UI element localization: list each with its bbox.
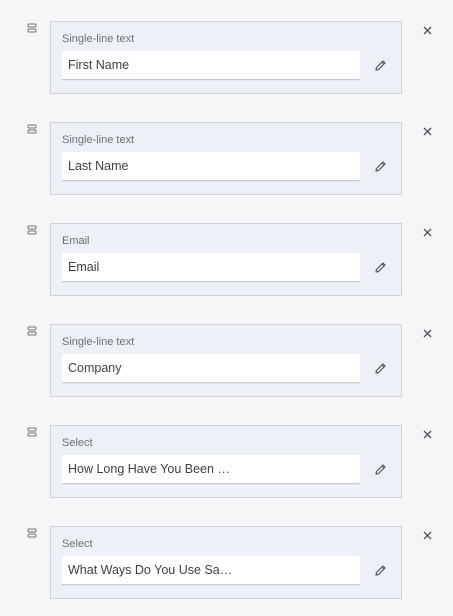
pencil-icon[interactable]	[374, 564, 387, 577]
field-row-email: Email Email	[0, 223, 453, 297]
field-name-input[interactable]: How Long Have You Been …	[62, 455, 360, 484]
drag-handle-icon[interactable]	[27, 528, 38, 538]
drag-handle-icon[interactable]	[27, 326, 38, 336]
field-name-input[interactable]: Email	[62, 253, 360, 282]
field-row-first-name: Single-line text First Name	[0, 21, 453, 95]
close-icon[interactable]	[422, 227, 433, 238]
close-icon[interactable]	[422, 126, 433, 137]
field-type-label: Select	[62, 437, 93, 449]
field-card[interactable]: Email Email	[50, 223, 402, 296]
drag-handle-icon[interactable]	[27, 225, 38, 235]
field-type-label: Email	[62, 235, 90, 247]
field-type-label: Select	[62, 538, 93, 550]
field-card[interactable]: Single-line text First Name	[50, 21, 402, 94]
close-icon[interactable]	[422, 328, 433, 339]
field-name-text: First Name	[68, 58, 130, 72]
field-card[interactable]: Select How Long Have You Been …	[50, 425, 402, 498]
field-name-text: How Long Have You Been …	[68, 462, 230, 476]
field-type-label: Single-line text	[62, 134, 135, 146]
pencil-icon[interactable]	[374, 160, 387, 173]
field-name-text: Last Name	[68, 159, 129, 173]
field-name-text: What Ways Do You Use Sa…	[68, 563, 233, 577]
pencil-icon[interactable]	[374, 463, 387, 476]
drag-handle-icon[interactable]	[27, 124, 38, 134]
close-icon[interactable]	[422, 429, 433, 440]
field-type-label: Single-line text	[62, 33, 135, 45]
drag-handle-icon[interactable]	[27, 23, 38, 33]
form-field-list: Single-line text First Name Single-line …	[0, 0, 453, 616]
field-name-input[interactable]: First Name	[62, 51, 360, 80]
field-name-input[interactable]: What Ways Do You Use Sa…	[62, 556, 360, 585]
field-type-label: Single-line text	[62, 336, 135, 348]
field-name-input[interactable]: Company	[62, 354, 360, 383]
field-row-how-long: Select How Long Have You Been …	[0, 425, 453, 499]
field-row-company: Single-line text Company	[0, 324, 453, 398]
field-row-last-name: Single-line text Last Name	[0, 122, 453, 196]
field-card[interactable]: Single-line text Company	[50, 324, 402, 397]
pencil-icon[interactable]	[374, 362, 387, 375]
field-card[interactable]: Select What Ways Do You Use Sa…	[50, 526, 402, 599]
pencil-icon[interactable]	[374, 261, 387, 274]
field-name-input[interactable]: Last Name	[62, 152, 360, 181]
close-icon[interactable]	[422, 25, 433, 36]
field-name-text: Email	[68, 260, 100, 274]
drag-handle-icon[interactable]	[27, 427, 38, 437]
field-name-text: Company	[68, 361, 122, 375]
close-icon[interactable]	[422, 530, 433, 541]
pencil-icon[interactable]	[374, 59, 387, 72]
field-card[interactable]: Single-line text Last Name	[50, 122, 402, 195]
field-row-what-ways: Select What Ways Do You Use Sa…	[0, 526, 453, 600]
